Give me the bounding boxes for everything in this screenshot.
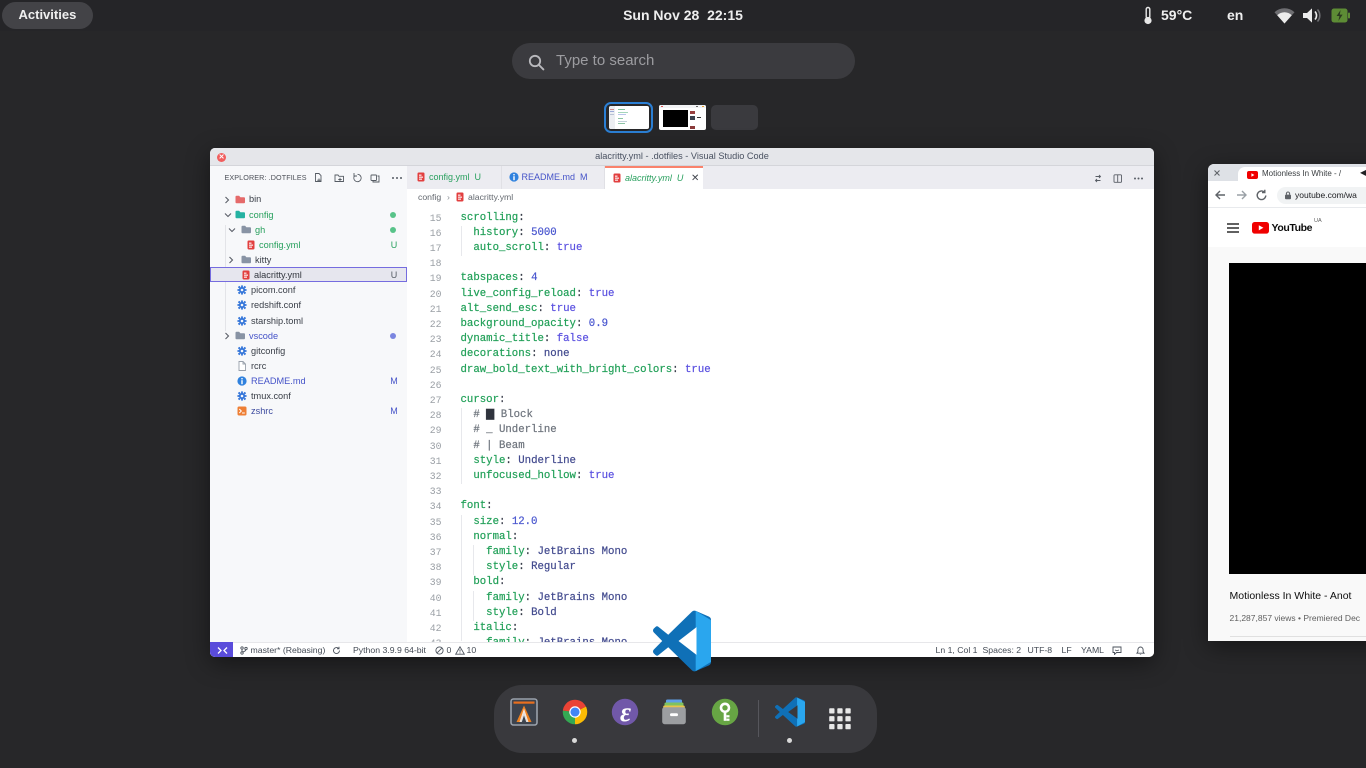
svg-text:ε: ε — [620, 698, 631, 726]
